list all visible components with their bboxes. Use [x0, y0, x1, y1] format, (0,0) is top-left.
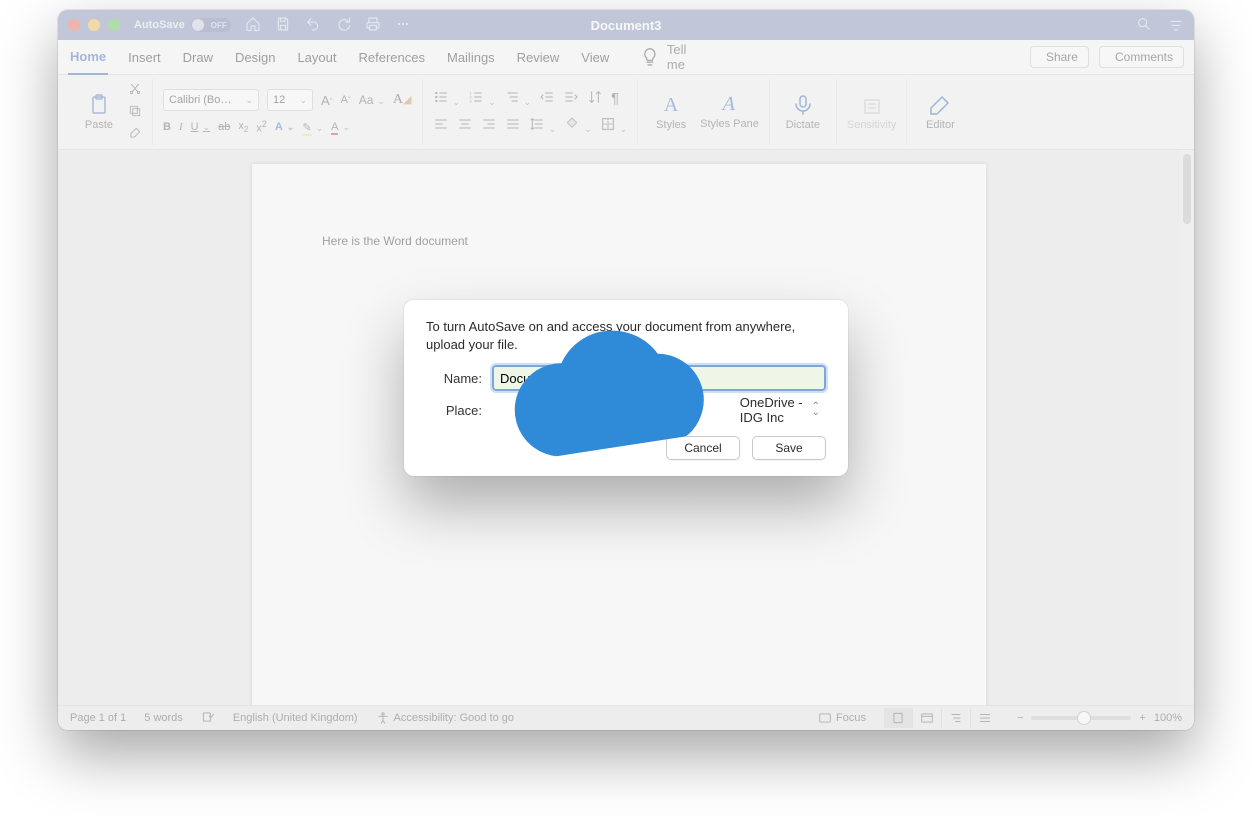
place-select[interactable]: OneDrive - IDG Inc ⌃⌄ — [492, 398, 826, 422]
autosave-dialog: To turn AutoSave on and access your docu… — [404, 300, 848, 476]
place-label: Place: — [426, 403, 482, 418]
onedrive-icon — [498, 293, 732, 527]
name-label: Name: — [426, 371, 482, 386]
word-window: AutoSave OFF Document3 Home Insert Draw … — [58, 10, 1194, 730]
updown-icon: ⌃⌄ — [812, 404, 820, 416]
save-button[interactable]: Save — [752, 436, 826, 460]
place-value: OneDrive - IDG Inc — [740, 395, 820, 425]
